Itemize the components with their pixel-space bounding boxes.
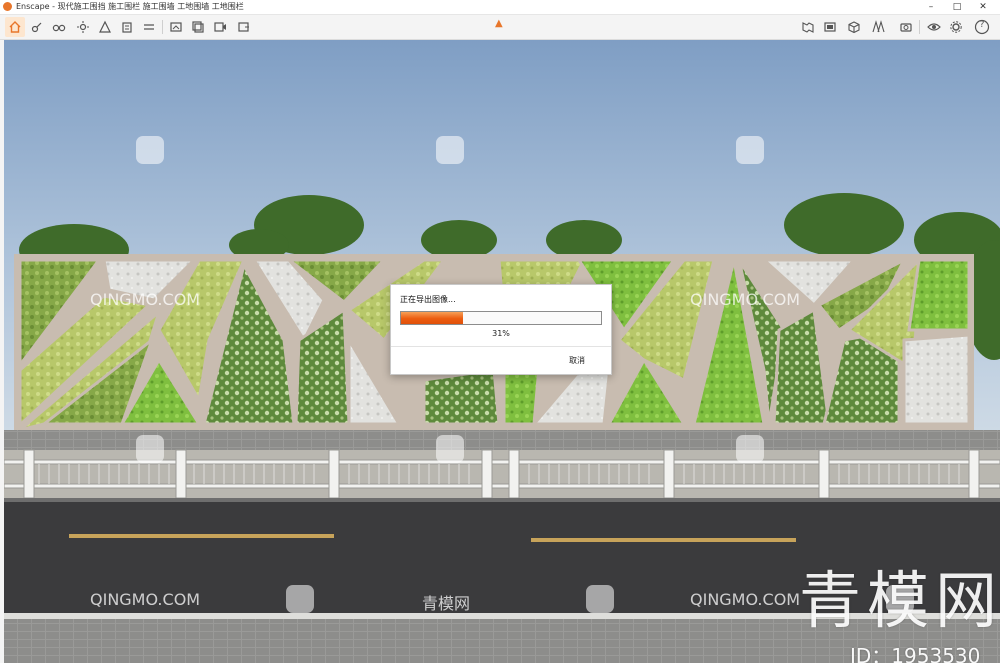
watermark-logo-icon (286, 585, 314, 613)
dialog-title: 正在导出图像... (400, 295, 456, 304)
dialog-divider (391, 346, 611, 347)
close-button[interactable]: ✕ (972, 0, 994, 14)
cancel-button[interactable]: 取消 (569, 355, 585, 366)
walk-icon[interactable] (27, 17, 47, 37)
help-icon[interactable]: ? (972, 17, 992, 37)
watermark-text: QINGMO.COM (90, 590, 201, 609)
watermark-logo-icon (136, 136, 164, 164)
camera-icon[interactable] (896, 17, 916, 37)
progress-percent: 31% (492, 329, 510, 338)
toolbar-divider (919, 20, 920, 34)
watermark-text: QINGMO.COM (690, 590, 801, 609)
visual-settings-icon[interactable] (924, 17, 944, 37)
asset-library-icon[interactable] (95, 17, 115, 37)
enscape-logo-icon (3, 2, 12, 11)
window-title: Enscape - 现代施工围挡 施工围栏 施工围墙 工地围墙 工地围栏 (16, 2, 244, 11)
export-image-icon[interactable] (166, 17, 186, 37)
watermark-big-logo: 青模网 (799, 564, 1000, 637)
watermark-id: ID：1953530 (850, 644, 981, 663)
home-icon[interactable] (5, 17, 25, 37)
collapse-chevron-icon[interactable]: ▲ (495, 18, 503, 29)
export-batch-icon[interactable] (188, 17, 208, 37)
export-more-icon[interactable] (234, 17, 254, 37)
binoculars-icon[interactable] (49, 17, 69, 37)
watermark-logo-icon (436, 136, 464, 164)
panorama-icon[interactable] (798, 17, 818, 37)
sun-icon[interactable] (73, 17, 93, 37)
video-editor-icon[interactable] (820, 17, 840, 37)
views-icon[interactable] (868, 17, 888, 37)
minimize-button[interactable]: – (920, 0, 942, 14)
help-label: ? (979, 20, 985, 30)
progress-fill (401, 312, 463, 324)
watermark-text: 青模网 (422, 594, 471, 613)
watermark-logo-icon (136, 435, 164, 463)
building-icon[interactable] (117, 17, 137, 37)
export-progress-dialog: 正在导出图像... 31% 取消 (390, 284, 612, 375)
cube-icon[interactable] (844, 17, 864, 37)
watermark-logo-icon (736, 435, 764, 463)
watermark-logo-icon (586, 585, 614, 613)
watermark-logo-icon (436, 435, 464, 463)
maximize-button[interactable]: □ (946, 0, 968, 14)
export-video-icon[interactable] (210, 17, 230, 37)
export-progress-bar (400, 311, 602, 325)
toolbar-divider (162, 20, 163, 34)
watermark-text: QINGMO.COM (690, 290, 801, 309)
title-bar: Enscape - 现代施工围挡 施工围栏 施工围墙 工地围墙 工地围栏 – □… (0, 0, 1000, 15)
watermark-logo-icon (736, 136, 764, 164)
settings-icon[interactable] (946, 17, 966, 37)
sync-icon[interactable] (139, 17, 159, 37)
watermark-text: QINGMO.COM (90, 290, 201, 309)
